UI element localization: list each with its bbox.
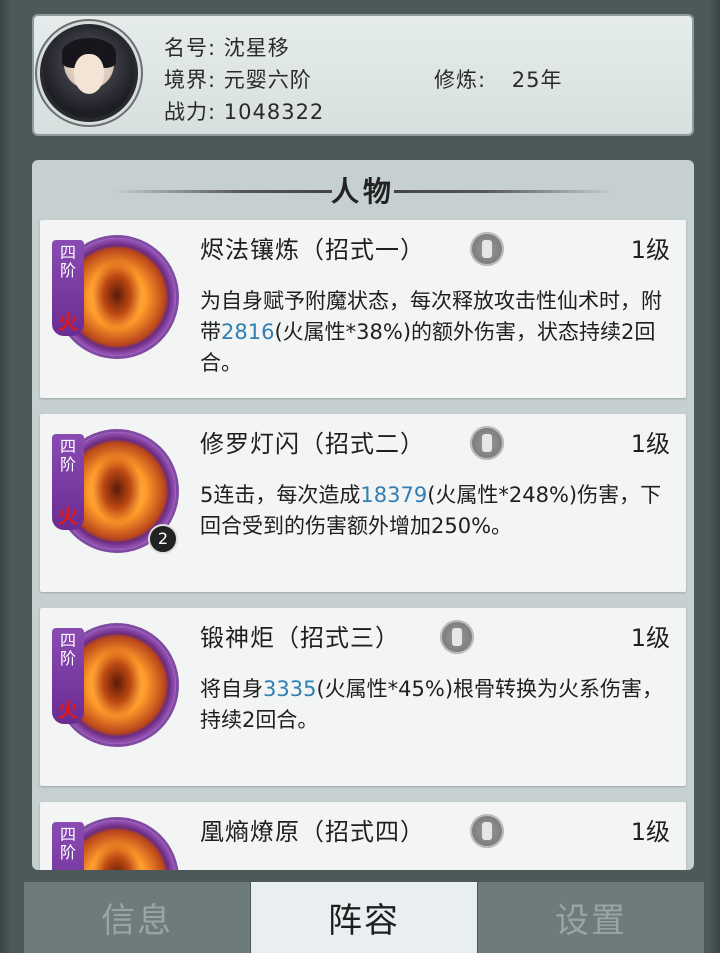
name-row: 名号: 沈星移 [164,32,290,62]
skill-card-2[interactable]: 四阶 火 2 修罗灯闪（招式二） 1级 5连击，每次造成18379(火属性*24… [40,414,686,592]
cultivation-row: 修炼: 25年 [434,64,563,94]
flame-shape [92,260,142,330]
desc-value: 3335 [263,677,317,701]
name-label: 名号: [164,36,217,60]
skill-description: 5连击，每次造成18379(火属性*248%)伤害，下回合受到的伤害额外增加25… [200,480,670,542]
flame-shape [92,842,142,870]
flame-shape [92,454,142,524]
skill-card-3[interactable]: 四阶 火 锻神炬（招式三） 1级 将自身3335(火属性*45%)根骨转换为火系… [40,608,686,786]
flame-shape [92,648,142,718]
tier-label: 四阶 [59,631,76,668]
power-label: 战力: [164,100,217,124]
title-divider-right [394,190,614,193]
realm-label: 境界: [164,68,217,92]
element-label: 火 [58,504,78,528]
skills-panel[interactable]: 人物 四阶 火 烬法镶炼（招式一） 1级 为自身赋予附魔状态，每次释放攻击性仙术… [32,160,694,870]
tier-label: 四阶 [59,243,76,280]
section-title: 人物 [330,175,395,208]
skill-level: 1级 [630,818,670,846]
tier-label: 四阶 [59,825,76,862]
name-value: 沈星移 [223,36,290,60]
tier-tag: 四阶 火 [52,434,84,530]
title-divider-left [112,190,332,193]
face-shape [74,54,104,94]
skill-type-icon[interactable] [470,426,504,460]
count-badge: 2 [148,524,178,554]
realm-row: 境界: 元婴六阶 [164,64,312,94]
desc-value: 2816 [221,320,275,344]
cultivation-label: 修炼: [434,68,487,92]
tier-tag: 四阶 火 [52,628,84,724]
skill-card-4[interactable]: 四阶 凰熵燎原（招式四） 1级 [40,802,686,870]
element-label: 火 [58,310,78,334]
tier-tag: 四阶 火 [52,240,84,336]
tab-settings[interactable]: 设置 [478,882,704,953]
realm-value: 元婴六阶 [223,68,312,92]
skill-name: 凰熵燎原（招式四） [200,818,425,846]
bottom-tab-bar: 信息 阵容 设置 [24,882,704,953]
profile-panel: 名号: 沈星移 境界: 元婴六阶 修炼: 25年 战力: 1048322 [32,14,694,136]
cultivation-value: 25年 [511,68,563,92]
power-row: 战力: 1048322 [164,96,324,126]
skill-name: 锻神炬（招式三） [200,624,400,652]
skill-type-icon[interactable] [470,232,504,266]
section-header: 人物 [32,170,694,214]
skill-level: 1级 [630,236,670,264]
tab-info[interactable]: 信息 [24,882,250,953]
desc-text-1: 将自身 [200,677,263,701]
skill-description: 将自身3335(火属性*45%)根骨转换为火系伤害，持续2回合。 [200,674,670,736]
skill-type-icon[interactable] [470,814,504,848]
tier-tag: 四阶 [52,822,84,870]
skill-type-icon[interactable] [440,620,474,654]
skill-name: 修罗灯闪（招式二） [200,430,425,458]
desc-value: 18379 [360,483,428,507]
skill-level: 1级 [630,624,670,652]
tier-label: 四阶 [59,437,76,474]
skill-level: 1级 [630,430,670,458]
desc-text-1: 5连击，每次造成 [200,483,361,507]
tab-lineup[interactable]: 阵容 [251,882,477,953]
character-avatar[interactable] [40,24,138,122]
element-label: 火 [58,698,78,722]
skill-description: 为自身赋予附魔状态，每次释放攻击性仙术时，附带2816(火属性*38%)的额外伤… [200,286,670,379]
skill-name: 烬法镶炼（招式一） [200,236,425,264]
skill-card-1[interactable]: 四阶 火 烬法镶炼（招式一） 1级 为自身赋予附魔状态，每次释放攻击性仙术时，附… [40,220,686,398]
power-value: 1048322 [223,100,325,124]
